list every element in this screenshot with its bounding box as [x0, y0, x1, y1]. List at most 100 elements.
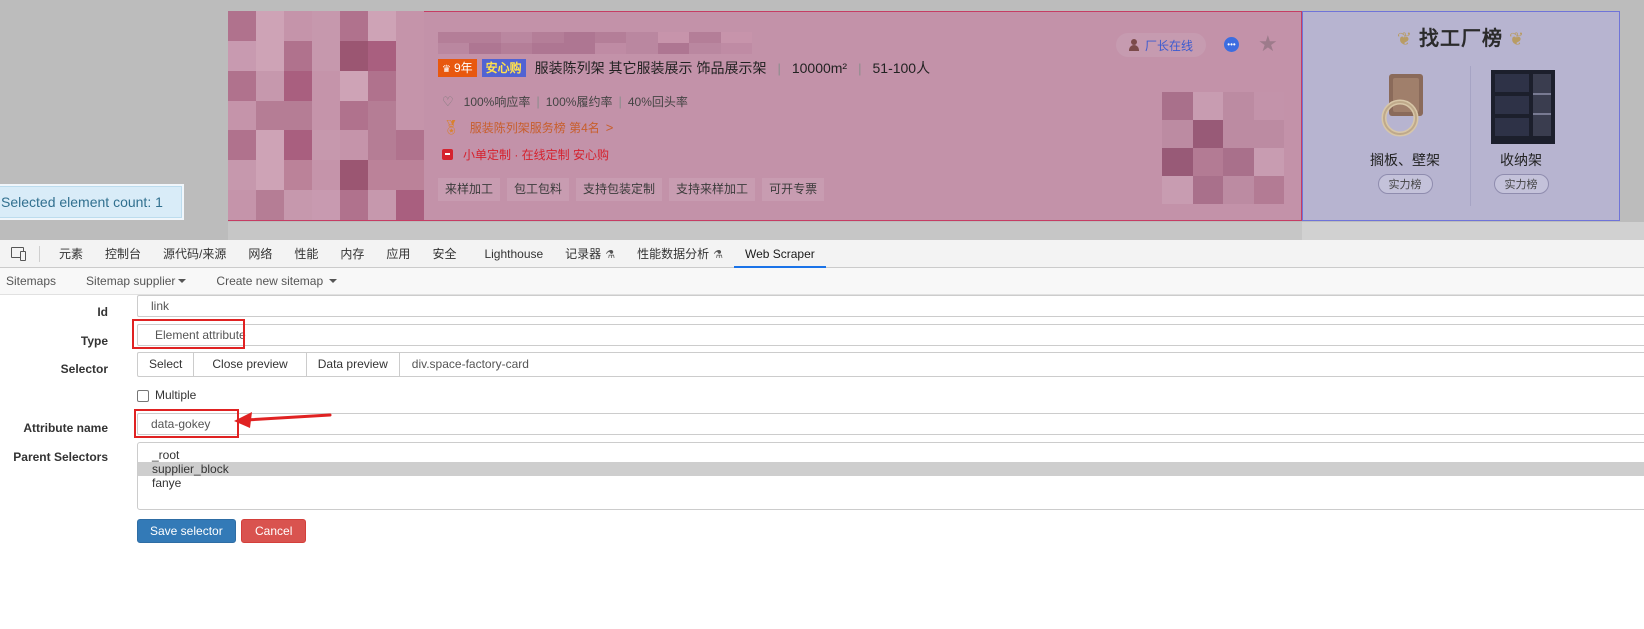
safe-purchase-badge: 安心购 [481, 59, 526, 77]
device-toolbar-icon[interactable] [11, 246, 29, 261]
divider: | [536, 94, 540, 109]
devtools-tab-bar: 元素 控制台 源代码/来源 网络 性能 内存 应用 安全 Lighthouse 记录器 ⚗ 性能数据分… [0, 240, 1644, 268]
devtools-panel: 元素 控制台 源代码/来源 网络 性能 内存 应用 安全 Lighthouse 记录器 ⚗ 性能数据分… [0, 240, 1644, 629]
wall-shelf-thumbnail [1365, 66, 1445, 146]
nav-sitemaps[interactable]: Sitemaps [0, 274, 70, 288]
parent-selectors-label: Parent Selectors [13, 450, 108, 464]
nav-create-sitemap-dropdown[interactable]: Create new sitemap [200, 274, 351, 288]
tab-web-scraper[interactable]: Web Scraper [733, 240, 826, 268]
parent-option-selected[interactable]: supplier_block [138, 462, 1644, 476]
cancel-button[interactable]: Cancel [241, 519, 307, 543]
shop-name-blurred[interactable] [438, 32, 752, 54]
service-tags: 来样加工 包工包料 支持包装定制 支持来样加工 可开专票 [438, 178, 825, 201]
service-tag: 来样加工 [438, 178, 501, 201]
tab-elements[interactable]: 元素 [48, 240, 94, 268]
experiment-flask-icon: ⚗ [605, 248, 616, 261]
divider: | [858, 60, 862, 76]
shop-logo-image[interactable] [228, 11, 424, 220]
rank-item[interactable]: 搁板、壁架 实力榜 [1340, 66, 1470, 194]
shop-categories: 服装陈列架 其它服装展示 饰品展示架 [534, 60, 767, 76]
multiple-label: Multiple [155, 387, 197, 402]
selector-label: Selector [60, 362, 108, 376]
factory-area: 10000m² [791, 60, 848, 76]
strength-rank-badge: 实力榜 [1377, 174, 1433, 194]
rank-item-name: 收纳架 [1500, 152, 1542, 168]
annotation-arrow [234, 412, 332, 428]
shop-badge-row: ♛ 9年 安心购 服装陈列架 其它服装展示 饰品展示架 | 10000m² | 5… [438, 58, 930, 78]
service-tag: 包工包料 [507, 178, 570, 201]
years-badge: ♛ 9年 [438, 59, 477, 77]
tab-label: 安全 [432, 246, 457, 261]
annotation-box-attribute [134, 409, 239, 438]
experiment-flask-icon: ⚗ [713, 248, 723, 261]
tab-recorder[interactable]: 记录器 ⚗ [554, 240, 626, 268]
annotation-box-type [132, 319, 245, 349]
rank-item-name: 搁板、壁架 [1370, 152, 1440, 168]
chat-icon[interactable]: ••• [1224, 37, 1239, 52]
response-rate: 100%响应率 [463, 95, 531, 109]
caret-down-icon [329, 279, 338, 283]
attribute-name-label: Attribute name [23, 421, 108, 435]
divider: | [777, 60, 781, 76]
tab-label: 应用 [386, 246, 411, 261]
laurel-left-icon: ❦ [1396, 29, 1413, 49]
laurel-right-icon: ❦ [1509, 29, 1526, 49]
tab-network[interactable]: 网络 [237, 240, 283, 268]
factory-owner-online-button[interactable]: 厂长在线 [1116, 33, 1206, 57]
person-icon [1128, 39, 1139, 51]
tab-label: 网络 [248, 246, 273, 261]
tab-label: 内存 [340, 246, 365, 261]
web-page-viewport: ♛ 9年 安心购 服装陈列架 其它服装展示 饰品展示架 | 10000m² | 5… [0, 0, 1644, 240]
selector-controls: Select Close preview Data preview div.sp… [137, 352, 1644, 377]
data-preview-button[interactable]: Data preview [305, 352, 400, 377]
product-thumbnail[interactable] [1162, 92, 1284, 204]
id-input[interactable]: link [137, 295, 1644, 317]
caret-down-icon [178, 279, 187, 283]
tab-sources[interactable]: 源代码/来源 [152, 240, 237, 268]
heart-icon: ♡ [442, 93, 454, 109]
repurchase-rate: 40%回头率 [627, 95, 688, 109]
tab-performance-insights[interactable]: 性能数据分析 ⚗ [626, 240, 734, 268]
star-icon[interactable]: ★ [1258, 31, 1278, 57]
custom-order-text: 小单定制 · 在线定制 安心购 [463, 148, 609, 162]
tab-label: 元素 [59, 246, 84, 261]
parent-option[interactable]: _root [138, 448, 1644, 462]
tab-memory[interactable]: 内存 [329, 240, 375, 268]
select-button[interactable]: Select [137, 352, 195, 377]
selector-input[interactable]: div.space-factory-card [398, 352, 1644, 377]
selected-element-count: Selected element count: 1 [0, 184, 184, 220]
id-label: Id [97, 305, 108, 319]
rank-panel-title-text: 找工厂榜 [1419, 28, 1503, 50]
service-rank-link[interactable]: 🏅︎ 服装陈列架服务榜 第4名 > [442, 119, 613, 136]
tab-label: Web Scraper [744, 246, 815, 261]
chevron-right-icon: > [605, 120, 614, 135]
close-preview-button[interactable]: Close preview [193, 352, 307, 377]
tab-lighthouse[interactable]: Lighthouse [473, 240, 554, 268]
staff-count: 51-100人 [872, 60, 931, 76]
parent-selectors-listbox[interactable]: _root supplier_block fanye [137, 442, 1644, 510]
rank-item[interactable]: 收纳架 实力榜 [1456, 66, 1586, 194]
service-tag: 支持来样加工 [669, 178, 756, 201]
tab-application[interactable]: 应用 [375, 240, 421, 268]
type-select[interactable]: Element attribute [137, 324, 1644, 346]
divider [39, 245, 40, 262]
tab-label: 记录器 [565, 246, 602, 261]
multiple-checkbox[interactable] [137, 390, 149, 402]
tab-performance[interactable]: 性能 [283, 240, 329, 268]
tab-console[interactable]: 控制台 [94, 240, 152, 268]
custom-order-row: 小单定制 · 在线定制 安心购 [442, 146, 609, 163]
tab-label: 性能数据分析 [637, 246, 710, 261]
multiple-checkbox-row[interactable]: Multiple [137, 387, 196, 402]
service-rank-text: 服装陈列架服务榜 第4名 [469, 121, 600, 135]
service-tag: 支持包装定制 [576, 178, 663, 201]
parent-option[interactable]: fanye [138, 476, 1644, 490]
tab-label: 控制台 [105, 246, 142, 261]
attribute-name-input[interactable]: data-gokey [137, 413, 1644, 435]
trophy-icon: ♛ [442, 64, 451, 75]
divider: | [618, 94, 622, 109]
type-label: Type [80, 334, 108, 348]
nav-sitemap-supplier-dropdown[interactable]: Sitemap supplier [70, 274, 200, 288]
tab-security[interactable]: 安全 [421, 240, 467, 268]
save-selector-button[interactable]: Save selector [137, 519, 236, 543]
service-tag: 可开专票 [762, 178, 825, 201]
